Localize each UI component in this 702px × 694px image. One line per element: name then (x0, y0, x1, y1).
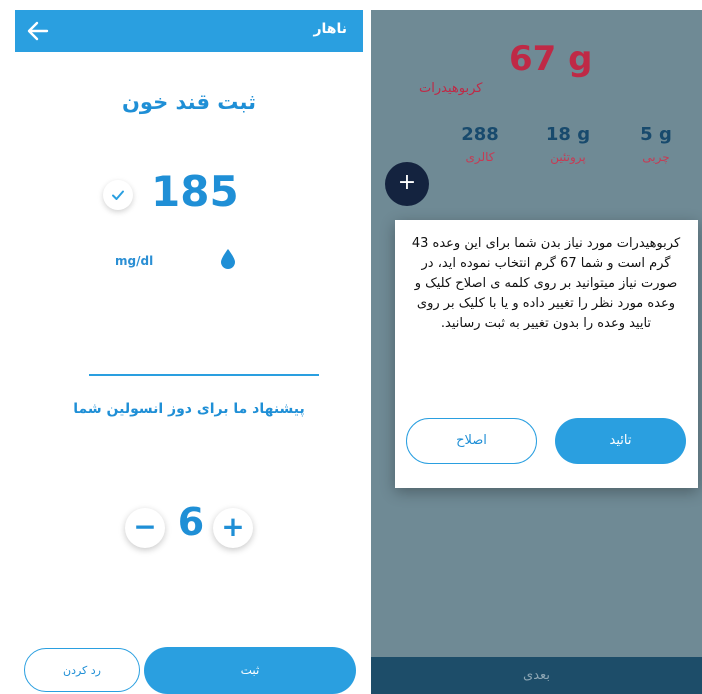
meal-carbs-screen: 67 g کربوهیدرات 288 کالری 18 g پروتئین 5… (371, 10, 702, 694)
cancel-button[interactable]: رد کردن (24, 648, 140, 692)
increase-dose-button[interactable]: + (213, 508, 253, 548)
next-button[interactable]: بعدی (371, 657, 702, 694)
calories-stat: 288 کالری (445, 124, 515, 164)
insulin-dose-value: 6 (177, 500, 205, 544)
glucose-unit: mg/dl (115, 254, 154, 268)
arrow-left-icon[interactable] (25, 18, 51, 44)
insulin-suggestion: پیشنهاد ما برای دوز انسولین شما (73, 401, 305, 417)
app-bar: ناهار (15, 10, 363, 52)
fat-stat: 5 g چربی (621, 124, 691, 164)
fat-label: چربی (642, 150, 670, 164)
carbs-value: 67 g (509, 39, 593, 79)
protein-label: پروتئین (550, 150, 586, 164)
protein-value: 18 g (545, 124, 591, 145)
meal-title: ناهار (313, 21, 347, 37)
calories-value: 288 (461, 124, 499, 145)
carb-warning-dialog: کربوهیدرات مورد نیاز بدن شما برای این وع… (395, 220, 698, 488)
blood-drop-icon (221, 249, 235, 269)
fat-value: 5 g (640, 124, 672, 145)
edit-button[interactable]: اصلاح (406, 418, 537, 464)
submit-button[interactable]: ثبت (144, 647, 356, 694)
dialog-message: کربوهیدرات مورد نیاز بدن شما برای این وع… (411, 236, 681, 331)
confirm-glucose-button[interactable] (103, 180, 133, 210)
protein-stat: 18 g پروتئین (533, 124, 603, 164)
carbs-label: کربوهیدرات (419, 81, 483, 96)
check-icon (112, 190, 124, 200)
insulin-dose-stepper: − 6 + (125, 500, 257, 559)
add-button[interactable]: + (385, 162, 429, 206)
divider (89, 374, 319, 376)
calories-label: کالری (465, 150, 495, 164)
decrease-dose-button[interactable]: − (125, 508, 165, 548)
glucose-value[interactable]: 185 (151, 167, 239, 216)
glucose-title: ثبت قند خون (122, 90, 256, 114)
glucose-entry-screen: ناهار ثبت قند خون 185 mg/dl پیشنهاد ما ب… (15, 10, 363, 694)
confirm-button[interactable]: تائید (555, 418, 686, 464)
